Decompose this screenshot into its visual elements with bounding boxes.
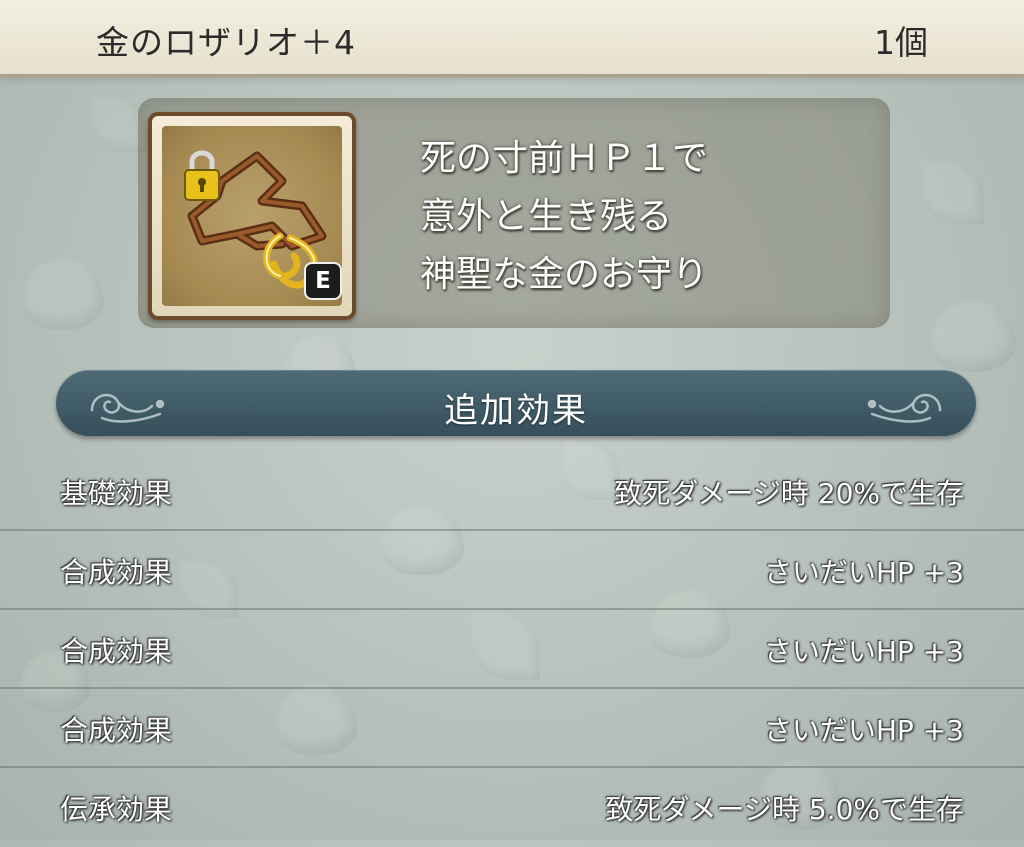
section-title: 追加効果 [444, 391, 588, 431]
effect-label: 合成効果 [60, 556, 173, 589]
effect-row: 合成効果 さいだいHP +3 [0, 610, 1024, 689]
description-line: 意外と生き残る [420, 196, 673, 237]
effect-row: 合成効果 さいだいHP +3 [0, 531, 1024, 610]
effect-row: 伝承効果 致死ダメージ時 5.0%で生存 [0, 768, 1024, 847]
effect-row: 基礎効果 致死ダメージ時 20%で生存 [0, 452, 1024, 531]
effect-label: 合成効果 [60, 635, 173, 668]
flourish-ornament-icon [867, 393, 942, 423]
effect-value: 致死ダメージ時 20%で生存 [614, 477, 964, 510]
effects-list: 基礎効果 致死ダメージ時 20%で生存 合成効果 さいだいHP +3 合成効果 … [0, 452, 1024, 847]
equipped-badge: E [304, 262, 342, 300]
item-count: 1個 [874, 23, 928, 62]
effect-value: さいだいHP +3 [763, 714, 964, 747]
slime-silhouette [22, 258, 104, 330]
effect-label: 合成効果 [60, 714, 173, 747]
item-description: 死の寸前ＨＰ１で 意外と生き残る 神聖な金のお守り [420, 130, 708, 304]
additional-effects-header: 追加効果 [56, 370, 976, 436]
effect-value: さいだいHP +3 [763, 556, 964, 589]
effect-label: 基礎効果 [60, 477, 173, 510]
effect-row: 合成効果 さいだいHP +3 [0, 689, 1024, 768]
effect-label: 伝承効果 [60, 793, 173, 826]
effect-value: さいだいHP +3 [763, 635, 964, 668]
gold-rosary-icon: E [162, 126, 342, 306]
description-line: 神聖な金のお守り [420, 254, 709, 295]
item-title-bar: 金のロザリオ＋4 1個 [0, 0, 1024, 77]
item-name: 金のロザリオ＋4 [96, 23, 356, 62]
effect-value: 致死ダメージ時 5.0%で生存 [605, 793, 964, 826]
slime-silhouette [930, 300, 1016, 372]
description-line: 死の寸前ＨＰ１で [420, 138, 709, 179]
item-icon-frame[interactable]: E [148, 112, 356, 320]
leaf-silhouette [920, 160, 984, 224]
